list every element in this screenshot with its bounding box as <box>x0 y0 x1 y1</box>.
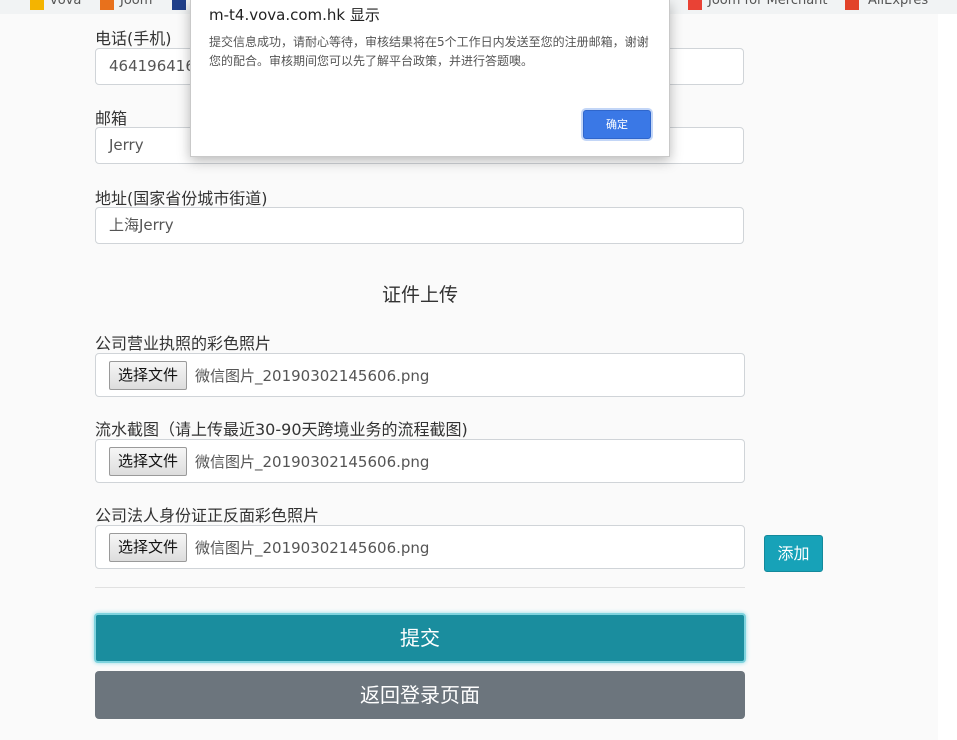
add-button[interactable]: 添加 <box>764 535 823 572</box>
selected-file-name: 微信图片_20190302145606.png <box>195 453 430 471</box>
ok-button[interactable]: 确定 <box>583 110 651 139</box>
aliexpress-favicon-icon <box>845 0 859 10</box>
address-input[interactable]: 上海Jerry <box>95 207 744 244</box>
business-license-file-input[interactable]: 选择文件 微信图片_20190302145606.png <box>95 353 745 397</box>
section-title-upload: 证件上传 <box>381 284 458 306</box>
bookmark-joom-merchant[interactable]: Joom for Merchant <box>708 0 828 8</box>
back-to-login-button[interactable]: 返回登录页面 <box>95 671 745 719</box>
id-card-file-input[interactable]: 选择文件 微信图片_20190302145606.png <box>95 525 745 569</box>
vova-favicon-icon <box>30 0 44 10</box>
choose-file-button[interactable]: 选择文件 <box>109 533 188 562</box>
transaction-screenshot-label: 流水截图（请上传最近30-90天跨境业务的流程截图) <box>95 420 468 439</box>
alert-dialog: m-t4.vova.com.hk 显示 提交信息成功，请耐心等待，审核结果将在5… <box>190 0 670 157</box>
transaction-screenshot-file-input[interactable]: 选择文件 微信图片_20190302145606.png <box>95 439 745 483</box>
submit-button[interactable]: 提交 <box>94 613 746 663</box>
divider <box>95 587 745 588</box>
choose-file-button[interactable]: 选择文件 <box>109 361 188 390</box>
joom-favicon-icon <box>100 0 114 10</box>
bookmark-joom[interactable]: Joom <box>120 0 152 8</box>
email-label: 邮箱 <box>95 109 128 128</box>
bookmark-vova[interactable]: vova <box>50 0 81 8</box>
site-favicon-icon <box>172 0 186 10</box>
bookmark-aliexpress[interactable]: AliExpres <box>868 0 928 8</box>
dialog-message: 提交信息成功，请耐心等待，审核结果将在5个工作日内发送至您的注册邮箱，谢谢您的配… <box>209 35 649 68</box>
phone-label: 电话(手机) <box>95 29 172 48</box>
address-label: 地址(国家省份城市街道) <box>95 189 268 208</box>
joom-merchant-favicon-icon <box>688 0 702 10</box>
dialog-title: m-t4.vova.com.hk 显示 <box>209 6 380 24</box>
selected-file-name: 微信图片_20190302145606.png <box>195 539 430 557</box>
business-license-label: 公司营业执照的彩色照片 <box>95 334 272 353</box>
selected-file-name: 微信图片_20190302145606.png <box>195 367 430 385</box>
id-card-label: 公司法人身份证正反面彩色照片 <box>95 506 320 525</box>
choose-file-button[interactable]: 选择文件 <box>109 447 188 476</box>
scrollbar-gutter <box>938 14 957 740</box>
